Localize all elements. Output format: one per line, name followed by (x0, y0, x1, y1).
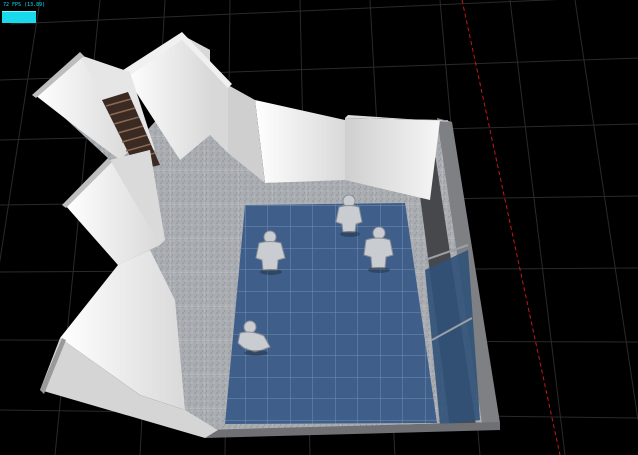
3d-viewport[interactable]: 72 FPS (13.89) (0, 0, 638, 455)
fps-bar (2, 11, 36, 23)
room-scene[interactable] (0, 0, 638, 455)
fps-text: 72 FPS (13.89) (3, 2, 46, 8)
tile-floor (225, 203, 437, 424)
fps-counter: 72 FPS (13.89) (2, 2, 45, 23)
